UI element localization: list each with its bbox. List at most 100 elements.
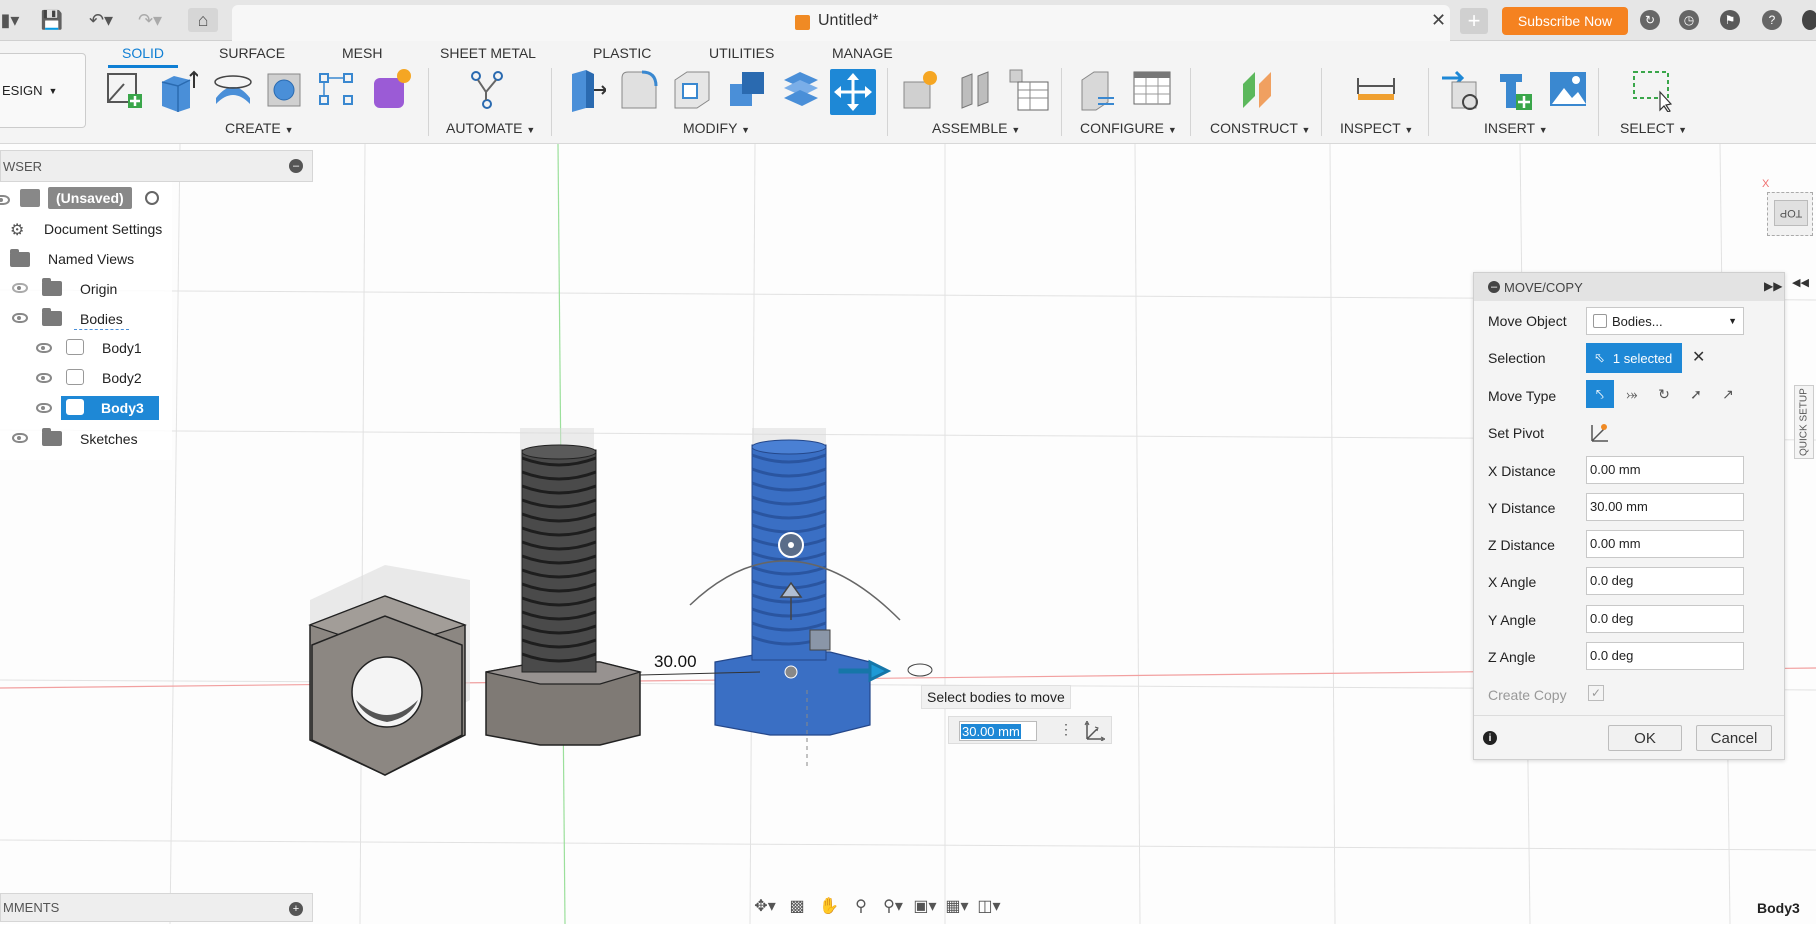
sync-icon[interactable]: ↻ — [1640, 10, 1660, 30]
offset-plane-icon[interactable] — [1237, 68, 1279, 112]
group-construct[interactable]: CONSTRUCT ▼ — [1210, 120, 1310, 136]
tab-surface[interactable]: SURFACE — [219, 45, 285, 61]
pan-icon[interactable]: ✋ — [816, 895, 842, 917]
rotate-icon[interactable]: ↻ — [1650, 380, 1678, 408]
collapse-dialog-icon[interactable]: – — [1488, 281, 1500, 293]
distance-input[interactable]: 30.00 mm — [959, 721, 1037, 741]
measure-icon[interactable] — [1356, 68, 1398, 112]
y-distance-input[interactable]: 30.00 mm — [1586, 493, 1744, 521]
orbit-icon[interactable]: ✥▾ — [752, 895, 778, 917]
create-form-icon[interactable] — [370, 68, 412, 112]
job-status-icon[interactable]: ◷ — [1679, 10, 1699, 30]
combine-icon[interactable] — [726, 68, 768, 112]
configure-icon[interactable] — [1078, 68, 1120, 112]
app-menu-icon[interactable]: ▮▾ — [0, 8, 20, 32]
notifications-icon[interactable]: ⚑ — [1720, 10, 1740, 30]
group-select[interactable]: SELECT ▼ — [1620, 120, 1687, 136]
selection-button[interactable]: ⬁ 1 selected — [1586, 343, 1682, 373]
redo-icon[interactable]: ↷▾ — [131, 8, 169, 32]
revolve-icon[interactable] — [212, 68, 254, 112]
browser-item-named-views[interactable]: Named Views — [42, 248, 140, 270]
insert-derive-icon[interactable] — [1440, 68, 1482, 112]
zoom-icon[interactable]: ⚲ — [848, 895, 874, 917]
fillet-icon[interactable] — [618, 68, 660, 112]
collapse-icon[interactable]: – — [289, 159, 303, 173]
fit-icon[interactable]: ⚲▾ — [880, 895, 906, 917]
browser-item-document-settings[interactable]: Document Settings — [38, 218, 168, 240]
home-icon[interactable]: ⌂ — [188, 8, 218, 32]
subscribe-button[interactable]: Subscribe Now — [1502, 7, 1628, 35]
eye-icon[interactable] — [0, 195, 10, 205]
triad-icon[interactable] — [1083, 721, 1105, 741]
more-options-icon[interactable]: ⋮ — [1059, 721, 1073, 738]
browser-header[interactable]: WSER – — [0, 150, 313, 182]
ok-button[interactable]: OK — [1608, 725, 1682, 751]
browser-item-bodies[interactable]: Bodies — [74, 308, 129, 330]
browser-item-origin[interactable]: Origin — [74, 278, 123, 300]
z-angle-input[interactable]: 0.0 deg — [1586, 642, 1744, 670]
move-copy-button[interactable] — [830, 69, 876, 115]
eye-icon[interactable] — [36, 403, 52, 413]
tab-utilities[interactable]: UTILITIES — [709, 45, 774, 61]
save-icon[interactable]: 💾 — [40, 8, 64, 32]
tab-solid[interactable]: SOLID — [122, 45, 164, 61]
translate-xyz-icon[interactable]: ⤖ — [1618, 380, 1646, 408]
eye-icon[interactable] — [12, 313, 28, 323]
clear-selection-icon[interactable]: ✕ — [1692, 347, 1705, 367]
display-settings-icon[interactable]: ▣▾ — [912, 895, 938, 917]
tab-sheet-metal[interactable]: SHEET METAL — [440, 45, 536, 61]
browser-root[interactable]: (Unsaved) — [48, 187, 132, 209]
expand-dialog-icon[interactable]: ▶▶ — [1764, 279, 1782, 293]
activate-radio-icon[interactable] — [145, 191, 159, 205]
eye-icon[interactable] — [12, 433, 28, 443]
move-object-dropdown[interactable]: Bodies... ▼ — [1586, 307, 1744, 335]
new-component-icon[interactable] — [900, 68, 942, 112]
hole-icon[interactable] — [262, 68, 304, 112]
eye-icon[interactable] — [36, 373, 52, 383]
canvas-image-icon[interactable] — [1548, 68, 1590, 112]
create-sketch-icon[interactable] — [104, 68, 146, 112]
add-comment-icon[interactable]: + — [289, 902, 303, 916]
tab-plastic[interactable]: PLASTIC — [593, 45, 651, 61]
tab-mesh[interactable]: MESH — [342, 45, 382, 61]
look-at-icon[interactable]: ▩ — [784, 895, 810, 917]
group-insert[interactable]: INSERT ▼ — [1484, 120, 1548, 136]
comments-panel[interactable]: MMENTS + — [0, 893, 313, 922]
configuration-table-icon[interactable] — [1132, 68, 1174, 112]
undo-icon[interactable]: ↶▾ — [82, 8, 120, 32]
group-modify[interactable]: MODIFY ▼ — [683, 120, 750, 136]
group-configure[interactable]: CONFIGURE ▼ — [1080, 120, 1177, 136]
group-inspect[interactable]: INSPECT ▼ — [1340, 120, 1413, 136]
group-create[interactable]: CREATE ▼ — [225, 120, 294, 136]
x-angle-input[interactable]: 0.0 deg — [1586, 567, 1744, 595]
set-pivot-icon[interactable] — [1588, 421, 1610, 443]
extrude-icon[interactable] — [156, 68, 198, 112]
group-assemble[interactable]: ASSEMBLE ▼ — [932, 120, 1020, 136]
shell-icon[interactable] — [671, 68, 713, 112]
automate-icon[interactable] — [466, 68, 508, 112]
new-tab-button[interactable]: + — [1460, 8, 1488, 34]
close-tab-icon[interactable]: ✕ — [1431, 10, 1446, 31]
eye-hidden-icon[interactable] — [12, 283, 28, 293]
dialog-header[interactable]: – MOVE/COPY ▶▶ — [1474, 273, 1784, 301]
x-distance-input[interactable]: 0.00 mm — [1586, 456, 1744, 484]
viewcube-face-top[interactable]: TOP — [1774, 200, 1808, 226]
eye-icon[interactable] — [36, 343, 52, 353]
group-automate[interactable]: AUTOMATE ▼ — [446, 120, 535, 136]
tab-manage[interactable]: MANAGE — [832, 45, 893, 61]
browser-item-body1[interactable]: Body1 — [96, 337, 148, 359]
point-to-point-icon[interactable]: ➚ — [1682, 380, 1710, 408]
joint-icon[interactable] — [954, 68, 996, 112]
y-angle-input[interactable]: 0.0 deg — [1586, 605, 1744, 633]
info-icon[interactable]: i — [1483, 731, 1497, 745]
point-to-position-icon[interactable]: ↗ — [1714, 380, 1742, 408]
create-copy-checkbox[interactable]: ✓ — [1588, 685, 1604, 701]
cancel-button[interactable]: Cancel — [1696, 725, 1772, 751]
bill-of-materials-icon[interactable] — [1008, 68, 1050, 112]
split-body-icon[interactable] — [780, 68, 822, 112]
viewcube[interactable]: X TOP — [1762, 178, 1813, 240]
profile-avatar[interactable] — [1802, 10, 1816, 30]
free-move-icon[interactable]: ⤣ — [1586, 380, 1614, 408]
grid-settings-icon[interactable]: ▦▾ — [944, 895, 970, 917]
quick-setup-tab[interactable]: QUICK SETUP — [1794, 385, 1814, 459]
